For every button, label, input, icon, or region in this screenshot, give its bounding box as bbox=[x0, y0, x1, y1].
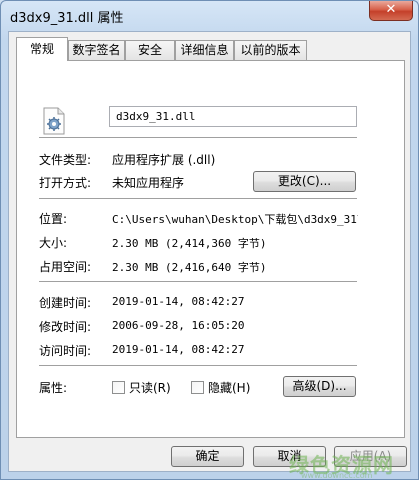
tab-security[interactable]: 安全 bbox=[125, 40, 175, 60]
size-on-disk-label: 占用空间: bbox=[39, 260, 92, 274]
hidden-checkbox-row[interactable]: 隐藏(H) bbox=[191, 379, 250, 396]
readonly-checkbox-row[interactable]: 只读(R) bbox=[112, 379, 171, 396]
size-on-disk-value: 2.30 MB (2,416,640 字节) bbox=[112, 261, 267, 274]
close-button[interactable]: ✕ bbox=[369, 1, 413, 21]
tab-previous-versions[interactable]: 以前的版本 bbox=[234, 40, 307, 60]
file-type-label: 文件类型: bbox=[39, 153, 92, 167]
size-label: 大小: bbox=[39, 236, 68, 250]
separator bbox=[39, 281, 357, 283]
readonly-checkbox[interactable] bbox=[112, 381, 125, 394]
created-value: 2019-01-14, 08:42:27 bbox=[112, 295, 245, 308]
size-value: 2.30 MB (2,414,360 字节) bbox=[112, 237, 267, 250]
close-icon: ✕ bbox=[385, 2, 397, 17]
tab-details[interactable]: 详细信息 bbox=[175, 40, 234, 60]
file-name-field[interactable]: d3dx9_31.dll bbox=[109, 106, 357, 127]
change-button[interactable]: 更改(C)... bbox=[253, 171, 356, 192]
general-tab-panel: d3dx9_31.dll 文件类型: 应用程序扩展 (.dll) 打开方式: 未… bbox=[16, 60, 405, 438]
separator bbox=[39, 365, 357, 367]
modified-value: 2006-09-28, 16:05:20 bbox=[112, 319, 245, 332]
ok-button[interactable]: 确定 bbox=[171, 446, 244, 467]
attributes-label: 属性: bbox=[39, 381, 68, 395]
file-type-value: 应用程序扩展 (.dll) bbox=[112, 153, 216, 167]
tab-digital-signatures[interactable]: 数字签名 bbox=[68, 40, 125, 60]
hidden-checkbox[interactable] bbox=[191, 381, 204, 394]
readonly-label: 只读(R) bbox=[129, 381, 171, 395]
accessed-value: 2019-01-14, 08:42:27 bbox=[112, 343, 245, 356]
location-label: 位置: bbox=[39, 212, 68, 226]
hidden-label: 隐藏(H) bbox=[208, 381, 251, 395]
properties-window: d3dx9_31.dll 属性 ✕ 常规 数字签名 安全 详细信息 以前的版本 … bbox=[0, 0, 419, 480]
dll-file-gear-icon bbox=[43, 107, 65, 135]
accessed-label: 访问时间: bbox=[39, 344, 92, 358]
window-title: d3dx9_31.dll 属性 bbox=[10, 11, 124, 26]
created-label: 创建时间: bbox=[39, 296, 92, 310]
tab-general[interactable]: 常规 bbox=[16, 37, 68, 61]
opens-with-label: 打开方式: bbox=[39, 176, 92, 190]
dialog-client-area: 常规 数字签名 安全 详细信息 以前的版本 d3dx9_31.dll 文件类型:… bbox=[8, 31, 411, 472]
location-value: C:\Users\wuhan\Desktop\下载包\d3dx9_31\x8 bbox=[112, 213, 358, 226]
modified-label: 修改时间: bbox=[39, 320, 92, 334]
title-bar[interactable]: d3dx9_31.dll 属性 ✕ bbox=[1, 1, 418, 31]
advanced-button[interactable]: 高级(D)... bbox=[283, 376, 356, 397]
separator bbox=[39, 198, 357, 200]
watermark-url: www.downcc.com bbox=[301, 471, 373, 480]
opens-with-value: 未知应用程序 bbox=[112, 176, 185, 190]
separator bbox=[39, 137, 357, 139]
